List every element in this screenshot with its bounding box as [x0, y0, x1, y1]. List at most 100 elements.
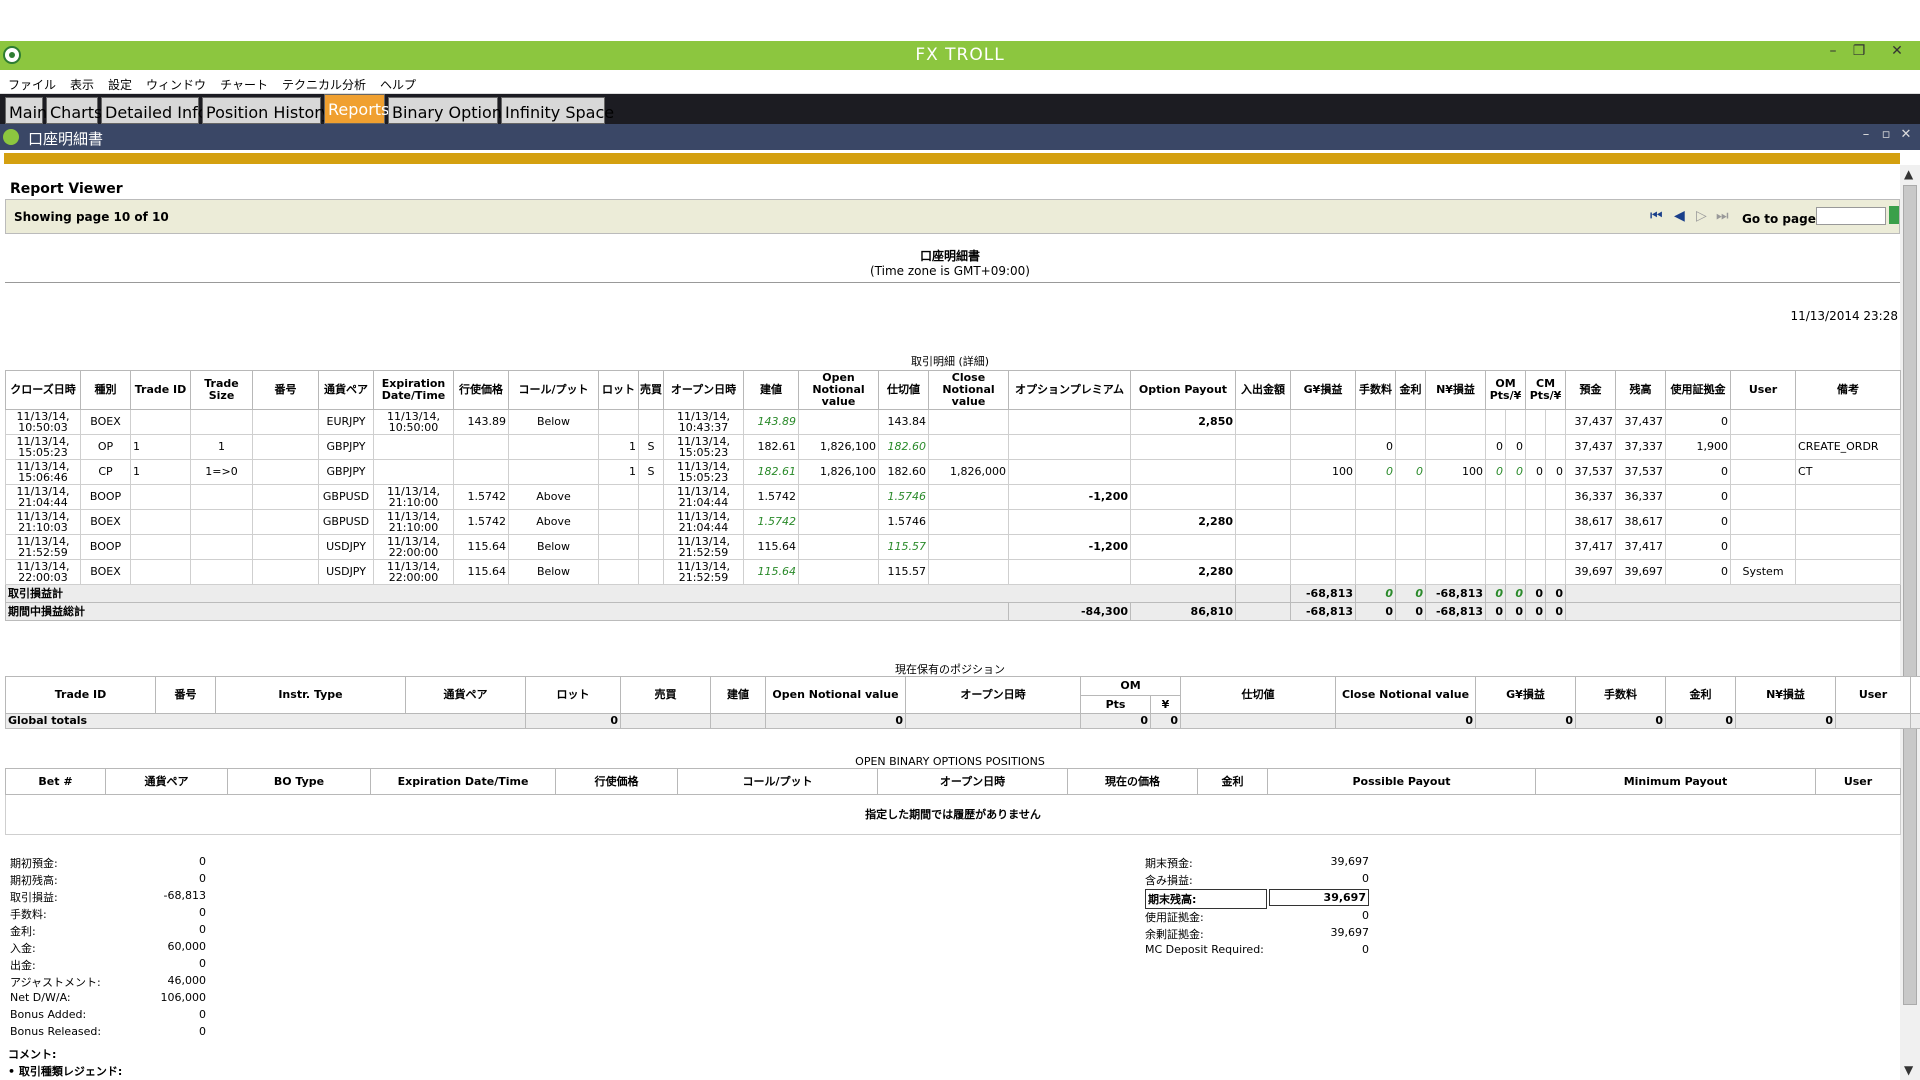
summary-right: 期末預金: 39,697 含み損益: 0 期末残高: 39,697 使用証拠金: 0 余剰証拠金…: [1145, 855, 1369, 960]
total-om-yen: 0: [1504, 602, 1527, 621]
trade-cell: [798, 534, 879, 560]
report-header: 口座明細書 (Time zone is GMT+09:00): [0, 247, 1900, 278]
summary-row: 出金: 0: [10, 957, 206, 974]
trade-cell: [453, 459, 509, 485]
goto-button[interactable]: [1889, 206, 1899, 224]
trade-cell: [1235, 559, 1291, 585]
trade-cell: System: [1730, 559, 1797, 585]
trade-cell: [1355, 509, 1396, 535]
scroll-up-icon[interactable]: ▲: [1904, 167, 1913, 181]
trade-cell: [1235, 509, 1291, 535]
total-fee: 0: [1355, 602, 1396, 621]
trade-cell: GBPUSD: [318, 509, 374, 535]
trade-cell: 1.5746: [878, 509, 929, 535]
summary-label: 期末預金:: [1145, 857, 1193, 870]
trade-cell: [1545, 534, 1567, 560]
trade-cell: [1395, 484, 1426, 510]
trade-cell: CREATE_ORDR: [1795, 434, 1902, 460]
close-icon[interactable]: ✕: [1884, 43, 1910, 59]
trade-cell: 0: [1665, 559, 1732, 585]
menu-window[interactable]: ウィンドウ: [138, 70, 212, 93]
tab-detailed-info[interactable]: Detailed Info: [101, 97, 208, 124]
scrollbar-thumb[interactable]: [1903, 185, 1917, 1005]
trade-cell: 11/13/14, 22:00:00: [373, 534, 454, 560]
table-row: 11/13/14, 15:05:23 OP 1 1 GBPJPY 1 S 11/13/14, …: [5, 434, 1902, 460]
col-bo-type: BO Type: [227, 768, 371, 795]
tab-binary-options[interactable]: Binary Options: [388, 97, 510, 124]
table-row: 11/13/14, 21:04:44 BOOP GBPUSD 11/13/14, 21…: [5, 484, 1902, 510]
trade-cell: [1355, 409, 1396, 435]
vertical-scrollbar[interactable]: ▲ ▼: [1900, 165, 1920, 1080]
trade-cell: 38,617: [1615, 509, 1667, 535]
window-maximize-icon[interactable]: ▫: [1876, 127, 1896, 142]
trade-cell: [1730, 434, 1797, 460]
col-number: 番号: [155, 676, 216, 714]
col-bet: Bet #: [5, 768, 106, 795]
summary-label: MC Deposit Required:: [1145, 943, 1264, 956]
trade-cell: [1425, 409, 1486, 435]
trade-cell: [1525, 409, 1547, 435]
summary-value: 0: [199, 872, 206, 885]
goto-page-input[interactable]: [1816, 207, 1886, 225]
col-side: 売買: [620, 676, 711, 714]
col-bo-user: User: [1815, 768, 1901, 795]
trade-cell: Below: [508, 559, 599, 585]
menu-chart[interactable]: チャート: [212, 70, 274, 93]
trade-cell: 11/13/14, 15:05:23: [663, 459, 744, 485]
prev-page-icon[interactable]: ◀: [1674, 208, 1685, 224]
tab-position-history[interactable]: Position History: [202, 97, 330, 124]
trade-cell: 11/13/14, 21:10:00: [373, 509, 454, 535]
last-page-icon[interactable]: ⏭: [1716, 208, 1729, 224]
scroll-down-icon[interactable]: ▼: [1904, 1063, 1913, 1077]
trade-cell: [453, 434, 509, 460]
trade-cell: [1235, 534, 1291, 560]
summary-row: 期末預金: 39,697: [1145, 855, 1369, 872]
trades-col-4: 番号: [252, 370, 319, 410]
menu-bar: ファイル 表示 設定 ウィンドウ チャート テクニカル分析 ヘルプ: [0, 70, 1920, 94]
next-page-icon[interactable]: ▷: [1696, 208, 1707, 224]
trades-col-8: コール/プット: [508, 370, 599, 410]
tab-infinity-space[interactable]: Infinity Space: [501, 97, 614, 124]
summary-label: Bonus Released:: [10, 1025, 102, 1038]
summary-label: アジャストメント:: [10, 976, 101, 989]
global-totals-fee: 0: [1575, 713, 1666, 729]
menu-view[interactable]: 表示: [62, 70, 100, 93]
trade-cell: [130, 409, 191, 435]
trades-table: クローズ日時 種別 Trade ID Trade Size 番号 通貨ペア Expirati…: [5, 370, 1902, 621]
tab-main[interactable]: Main: [5, 97, 47, 124]
total-net-pl: -68,813: [1425, 584, 1486, 603]
global-totals-gross-pl: 0: [1475, 713, 1576, 729]
col-bo-expiration: Expiration Date/Time: [370, 768, 556, 795]
menu-technical[interactable]: テクニカル分析: [274, 70, 372, 93]
window-minimize-icon[interactable]: –: [1856, 127, 1876, 142]
trades-col-13: Open Notional value: [798, 370, 879, 410]
window-close-icon[interactable]: ✕: [1896, 127, 1916, 142]
minimize-icon[interactable]: –: [1820, 43, 1846, 59]
global-totals-label: Global totals: [5, 713, 526, 729]
first-page-icon[interactable]: ⏮: [1650, 208, 1663, 224]
trade-cell: [1355, 484, 1396, 510]
total-cm-yen: 0: [1545, 602, 1567, 621]
col-gross-pl: G¥損益: [1475, 676, 1576, 714]
total-fee: 0: [1355, 584, 1396, 603]
window-logo-icon: [3, 129, 19, 145]
trades-col-28: 残高: [1615, 370, 1667, 410]
trade-cell: [1485, 484, 1506, 510]
restore-icon[interactable]: ❐: [1846, 43, 1872, 59]
tab-charts[interactable]: Charts: [46, 97, 102, 124]
menu-settings[interactable]: 設定: [100, 70, 138, 93]
trade-cell: 1.5742: [453, 484, 509, 510]
trade-cell: [638, 409, 664, 435]
trade-cell: 0: [1395, 459, 1426, 485]
period-totals-label: 期間中損益総計: [5, 602, 1009, 621]
menu-help[interactable]: ヘルプ: [372, 70, 422, 93]
trade-cell: [798, 509, 879, 535]
global-totals-pts: 0: [1080, 713, 1151, 729]
tab-reports[interactable]: Reports: [324, 94, 389, 124]
trades-col-9: ロット: [598, 370, 639, 410]
menu-file[interactable]: ファイル: [0, 70, 62, 93]
summary-row: 使用証拠金: 0: [1145, 909, 1369, 926]
trades-col-21: 金利: [1395, 370, 1426, 410]
col-open-time: オープン日時: [905, 676, 1081, 714]
col-instr-type: Instr. Type: [215, 676, 406, 714]
